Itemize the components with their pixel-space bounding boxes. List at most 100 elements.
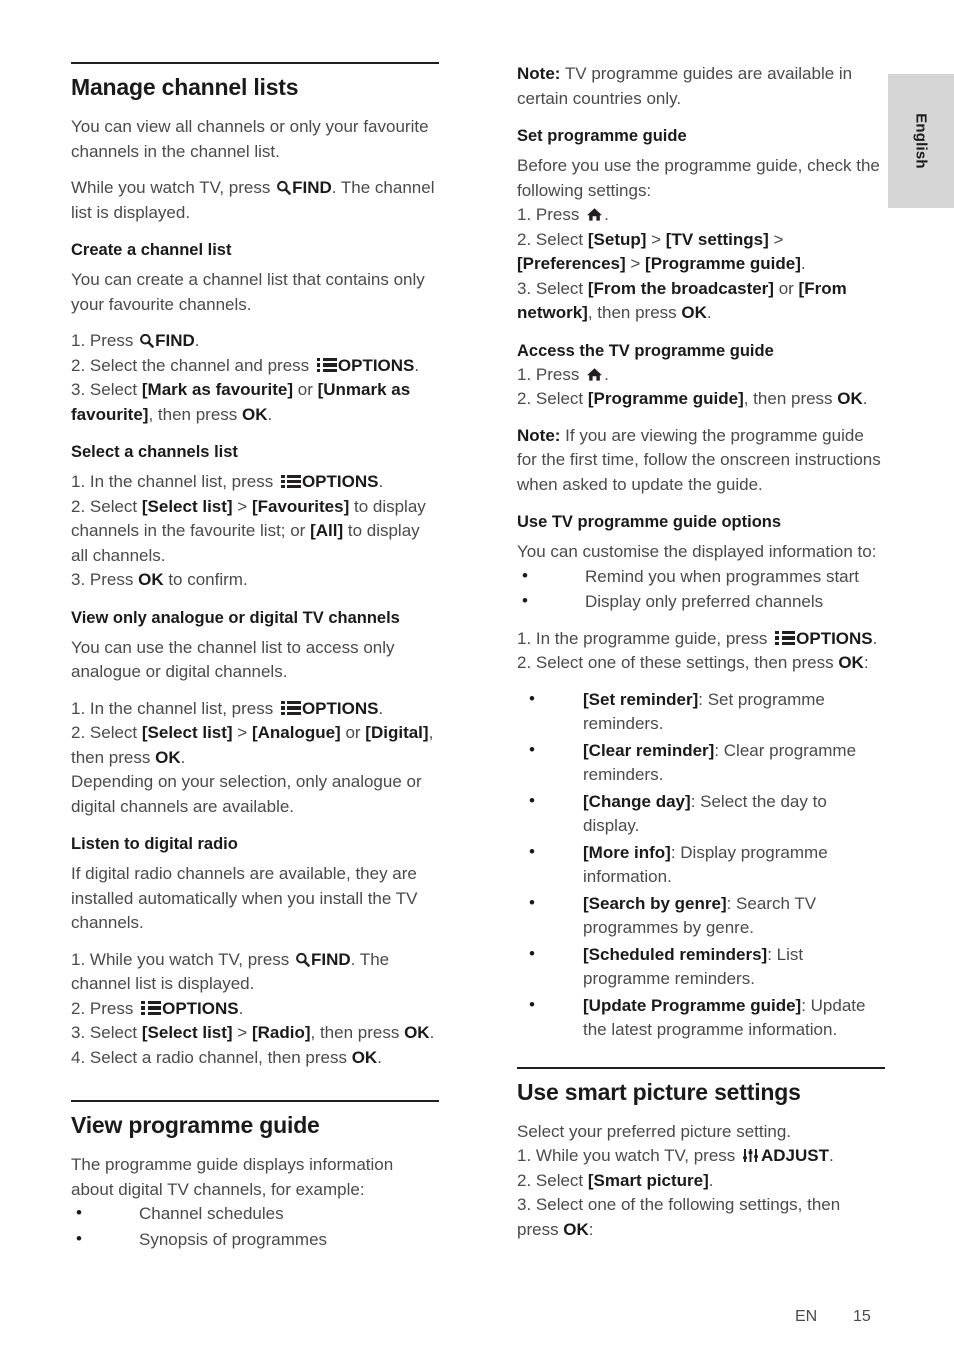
menu-option-label: [Programme guide]: [645, 254, 801, 273]
menu-option-label: [Smart picture]: [587, 1170, 709, 1190]
ok-key-label: OK: [681, 303, 707, 322]
find-key-label: FIND: [311, 949, 351, 969]
setting-term: [More info]: [583, 842, 671, 862]
access-guide-steps: 1. Press . 2. Select [Programme guide], t…: [517, 363, 885, 412]
setting-term: [Set reminder]: [583, 689, 699, 709]
options-key-label: OPTIONS: [301, 698, 379, 718]
text-fragment: 2. Select the channel and press: [71, 355, 314, 375]
home-icon: [586, 207, 603, 222]
menu-option-label: [Programme guide]: [587, 389, 744, 408]
text-fragment: 1. In the channel list, press: [71, 472, 278, 491]
text-fragment: :: [588, 1219, 594, 1239]
text-fragment: 3. Select: [517, 278, 588, 298]
text-fragment: 1. In the programme guide, press: [517, 628, 773, 648]
text-fragment: 3. Select: [71, 1023, 142, 1042]
setting-term: [Clear reminder]: [583, 740, 715, 760]
text-fragment: , then press: [587, 303, 682, 322]
text-fragment: .: [800, 254, 806, 273]
create-steps: 1. Press FIND. 2. Select the channel and …: [71, 329, 439, 427]
text-fragment: .: [378, 698, 384, 718]
text-fragment: 2. Select one of these settings, then pr…: [517, 653, 839, 672]
setting-term: [Change day]: [583, 791, 691, 811]
menu-option-label: [Digital]: [365, 723, 429, 742]
manual-page: Manage channel lists You can view all ch…: [0, 0, 954, 1354]
menu-option-label: [Select list]: [141, 1023, 233, 1042]
ok-key-label: OK: [155, 747, 181, 767]
menu-option-label: [Setup]: [587, 229, 647, 249]
text-fragment: While you watch TV, press: [71, 178, 276, 197]
text-fragment: .: [429, 1023, 435, 1042]
text-fragment: 1. While you watch TV, press: [71, 949, 294, 969]
guide-options-steps: 1. In the programme guide, press OPTIONS…: [517, 627, 885, 676]
text-fragment: .: [862, 389, 868, 408]
heading-digital-radio: Listen to digital radio: [71, 835, 238, 853]
text-fragment: 2. Select: [517, 229, 588, 249]
ok-key-label: OK: [837, 389, 863, 408]
list-item: Display only preferred channels: [517, 589, 885, 615]
text-fragment: , then press: [743, 389, 838, 408]
options-list-icon: [141, 1001, 162, 1016]
section-rule: [71, 1100, 439, 1102]
right-column: Note: TV programme guides are available …: [517, 62, 885, 1254]
list-item: Channel schedules: [71, 1201, 439, 1227]
options-key-label: OPTIONS: [301, 472, 379, 491]
text-fragment: 1. While you watch TV, press: [517, 1146, 740, 1165]
text-fragment: 2. Press: [71, 998, 139, 1018]
text-fragment: If you are viewing the programme guide f…: [517, 425, 881, 494]
setting-term: [Search by genre]: [583, 893, 727, 913]
page-title: Manage channel lists: [71, 74, 299, 100]
text-fragment: .: [194, 331, 200, 350]
programme-guide-body: The programme guide displays information…: [71, 1155, 394, 1199]
note-countries: Note: TV programme guides are available …: [517, 62, 885, 111]
text-fragment: .: [180, 747, 186, 767]
options-list-icon: [775, 631, 796, 646]
options-list-icon: [316, 358, 337, 373]
text-fragment: , then press: [310, 1023, 405, 1042]
text-fragment: 2. Select: [517, 389, 588, 408]
guide-options-bullets: Remind you when programmes start Display…: [517, 564, 885, 615]
page-footer: EN 15: [0, 1308, 954, 1332]
options-key-label: OPTIONS: [337, 355, 415, 375]
language-side-tab-label: English: [912, 113, 930, 169]
programme-guide-bullets: Channel schedules Synopsis of programmes: [71, 1201, 439, 1252]
guide-options-settings-list: [Set reminder]: Set programme reminders.…: [517, 687, 885, 1043]
heading-guide-options: Use TV programme guide options: [517, 513, 782, 531]
options-key-label: OPTIONS: [796, 628, 873, 648]
list-item: [Change day]: Select the day to display.: [517, 789, 885, 839]
text-fragment: .: [377, 1047, 382, 1067]
text-fragment: 3. Press: [71, 570, 139, 589]
list-item: [Clear reminder]: Clear programme remind…: [517, 738, 885, 788]
text-fragment: Depending on your selection, only analog…: [71, 772, 422, 816]
select-list-steps: 1. In the channel list, press OPTIONS. 2.…: [71, 470, 439, 593]
text-fragment: .: [238, 998, 244, 1018]
search-magnifier-icon: [295, 952, 310, 967]
menu-option-label: [Select list]: [141, 496, 233, 516]
text-fragment: >: [768, 229, 784, 249]
options-list-icon: [280, 701, 301, 716]
options-key-label: OPTIONS: [162, 998, 239, 1018]
text-fragment: 1. Press: [517, 364, 585, 384]
setting-term: [Update Programme guide]: [583, 995, 802, 1015]
analogue-digital-body: You can use the channel list to access o…: [71, 637, 395, 682]
search-magnifier-icon: [276, 180, 291, 195]
text-fragment: :: [863, 653, 869, 672]
text-fragment: 2. Select: [71, 496, 142, 516]
digital-radio-body: If digital radio channels are available,…: [71, 864, 418, 932]
section-rule: [517, 1066, 885, 1069]
menu-option-label: [Select list]: [141, 723, 233, 742]
text-fragment: .: [378, 472, 384, 491]
intro-paragraph: You can view all channels or only your f…: [71, 117, 429, 161]
smart-picture-steps: Select your preferred picture setting. 1.…: [517, 1120, 885, 1243]
text-fragment: .: [604, 205, 609, 224]
menu-option-label: [TV settings]: [665, 229, 769, 249]
options-list-icon: [280, 474, 301, 489]
text-fragment: .: [872, 628, 878, 648]
ok-key-label: OK: [138, 570, 164, 589]
text-fragment: 4. Select a radio channel, then press: [71, 1047, 352, 1067]
heading-set-programme-guide: Set programme guide: [517, 127, 687, 145]
ok-key-label: OK: [351, 1047, 378, 1067]
ok-key-label: OK: [838, 653, 864, 672]
left-column: Manage channel lists You can view all ch…: [71, 62, 439, 1264]
text-fragment: 1. Press: [517, 205, 585, 224]
text-fragment: .: [708, 1170, 714, 1190]
